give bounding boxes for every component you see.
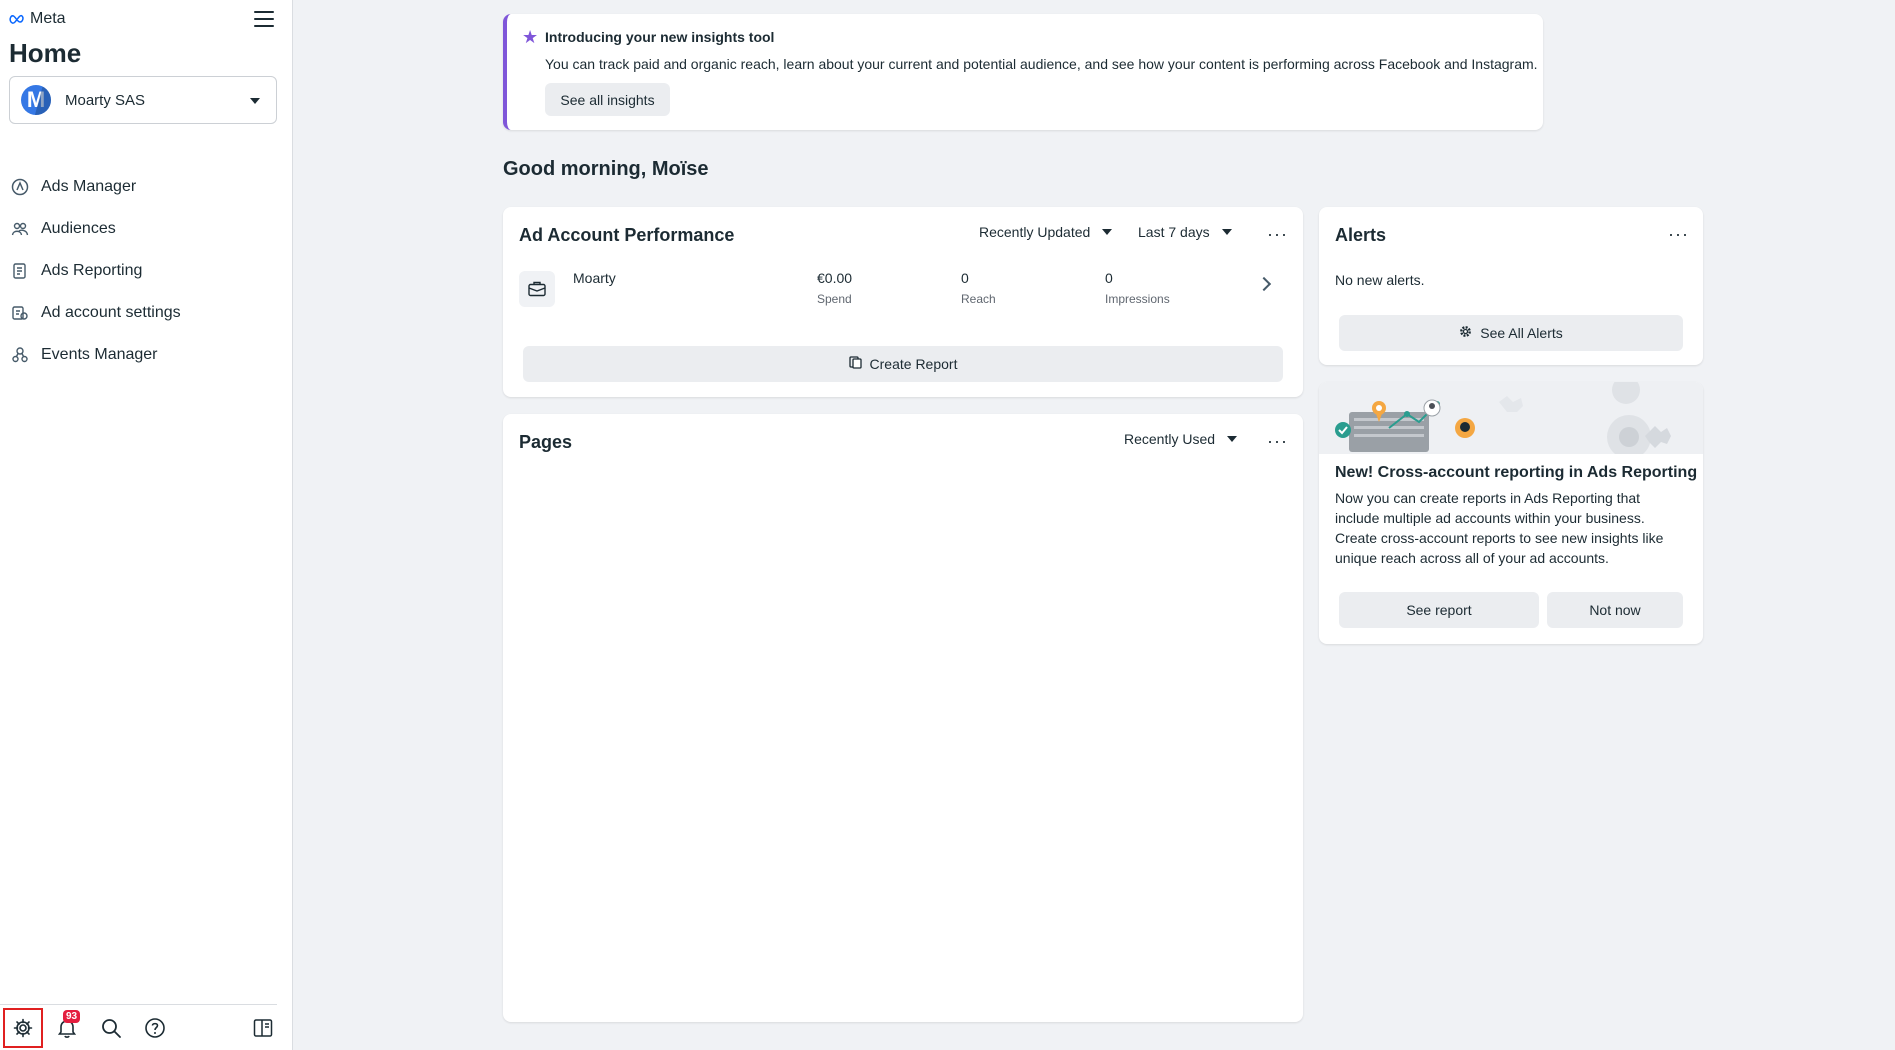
sidebar-item-ads-manager[interactable]: Ads Manager [9, 166, 277, 208]
chevron-right-icon[interactable] [1256, 276, 1272, 292]
ads-reporting-icon [9, 260, 31, 282]
reach-metric: 0 Reach [961, 270, 996, 306]
promo-text: Now you can create reports in Ads Report… [1335, 490, 1664, 566]
see-all-insights-button[interactable]: See all insights [545, 83, 670, 116]
table-row[interactable]: Moarty €0.00 Spend 0 Reach 0 Impressions [519, 267, 1287, 311]
alerts-card: Alerts ··· No new alerts. See All Alerts [1319, 207, 1703, 365]
date-range-label: Last 7 days [1138, 224, 1210, 240]
account-name: Moarty SAS [65, 91, 146, 109]
sidebar-item-label: Ad account settings [41, 304, 181, 321]
sidebar-item-label: Events Manager [41, 346, 158, 363]
reach-value: 0 [961, 270, 969, 286]
promo-illustration [1319, 382, 1703, 459]
panel-toggle-icon[interactable] [250, 1015, 276, 1041]
performance-sort-dropdown[interactable]: Recently Updated [979, 224, 1113, 240]
see-report-button[interactable]: See report [1339, 592, 1539, 628]
menu-icon[interactable] [252, 8, 276, 30]
impressions-metric: 0 Impressions [1105, 270, 1170, 306]
ad-account-settings-icon [9, 302, 31, 324]
sidebar-item-events-manager[interactable]: Events Manager [9, 334, 277, 376]
insights-banner: ★ Introducing your new insights tool You… [503, 14, 1543, 130]
ads-manager-icon [9, 176, 31, 198]
sidebar: Meta Home M Moarty SAS Ads Manager Audie… [0, 0, 293, 1050]
see-all-alerts-button[interactable]: See All Alerts [1339, 315, 1683, 351]
sidebar-nav: Ads Manager Audiences Ads Reporting Ad a… [9, 166, 277, 376]
cross-account-reporting-card: New! Cross-account reporting in Ads Repo… [1319, 382, 1703, 644]
more-options-icon[interactable]: ··· [1668, 225, 1689, 243]
brand-name: Meta [30, 10, 66, 27]
sidebar-item-label: Ads Reporting [41, 262, 143, 279]
gear-icon [1459, 325, 1472, 341]
avatar: M [21, 85, 51, 115]
meta-infinity-icon [9, 14, 24, 24]
events-manager-icon [9, 344, 31, 366]
impressions-value: 0 [1105, 270, 1113, 286]
spend-metric: €0.00 Spend [817, 270, 852, 306]
sidebar-item-label: Audiences [41, 220, 116, 237]
see-all-alerts-label: See All Alerts [1480, 325, 1563, 341]
not-now-button[interactable]: Not now [1547, 592, 1683, 628]
performance-sort-label: Recently Updated [979, 224, 1091, 240]
notifications-bell-icon[interactable]: 93 [54, 1010, 81, 1041]
spend-label: Spend [817, 292, 852, 306]
caret-down-icon [1227, 436, 1238, 442]
create-report-button[interactable]: Create Report [523, 346, 1283, 382]
sidebar-item-ad-account-settings[interactable]: Ad account settings [9, 292, 277, 334]
ad-account-name: Moarty [573, 270, 616, 286]
performance-title: Ad Account Performance [519, 225, 735, 245]
banner-text: You can track paid and organic reach, le… [545, 56, 1538, 72]
audiences-icon [9, 218, 31, 240]
help-icon[interactable] [142, 1015, 168, 1041]
more-options-icon[interactable]: ··· [1267, 225, 1288, 243]
date-range-dropdown[interactable]: Last 7 days [1138, 224, 1232, 240]
promo-title: New! Cross-account reporting in Ads Repo… [1335, 464, 1698, 481]
greeting: Good morning, Moïse [503, 158, 709, 180]
meta-logo[interactable]: Meta [9, 10, 66, 28]
more-options-icon[interactable]: ··· [1267, 432, 1288, 450]
caret-down-icon [1102, 229, 1113, 235]
reach-label: Reach [961, 292, 996, 306]
sidebar-item-ads-reporting[interactable]: Ads Reporting [9, 250, 277, 292]
alerts-empty-text: No new alerts. [1335, 272, 1425, 288]
spend-value: €0.00 [817, 270, 853, 286]
pages-title: Pages [519, 432, 573, 452]
pages-sort-dropdown[interactable]: Recently Used [1124, 431, 1238, 447]
account-selector[interactable]: M Moarty SAS [9, 76, 277, 124]
notifications-badge: 93 [63, 1010, 81, 1023]
sidebar-item-audiences[interactable]: Audiences [9, 208, 277, 250]
alerts-title: Alerts [1335, 225, 1387, 245]
report-icon [848, 356, 862, 372]
ad-account-performance-card: Ad Account Performance Recently Updated … [503, 207, 1303, 397]
banner-title: Introducing your new insights tool [545, 29, 775, 45]
sidebar-bottom-bar: 93 [0, 1004, 277, 1050]
pages-card: Pages Recently Used ··· [503, 414, 1303, 1022]
settings-gear-icon[interactable] [3, 1008, 43, 1048]
caret-down-icon [250, 98, 260, 104]
page-title: Home [9, 38, 82, 68]
sidebar-item-label: Ads Manager [41, 178, 137, 195]
search-icon[interactable] [98, 1015, 124, 1041]
star-icon: ★ [522, 27, 539, 47]
create-report-label: Create Report [869, 356, 958, 372]
caret-down-icon [1221, 229, 1232, 235]
impressions-label: Impressions [1105, 292, 1170, 306]
pages-sort-label: Recently Used [1124, 431, 1216, 447]
ad-account-icon [519, 271, 555, 307]
